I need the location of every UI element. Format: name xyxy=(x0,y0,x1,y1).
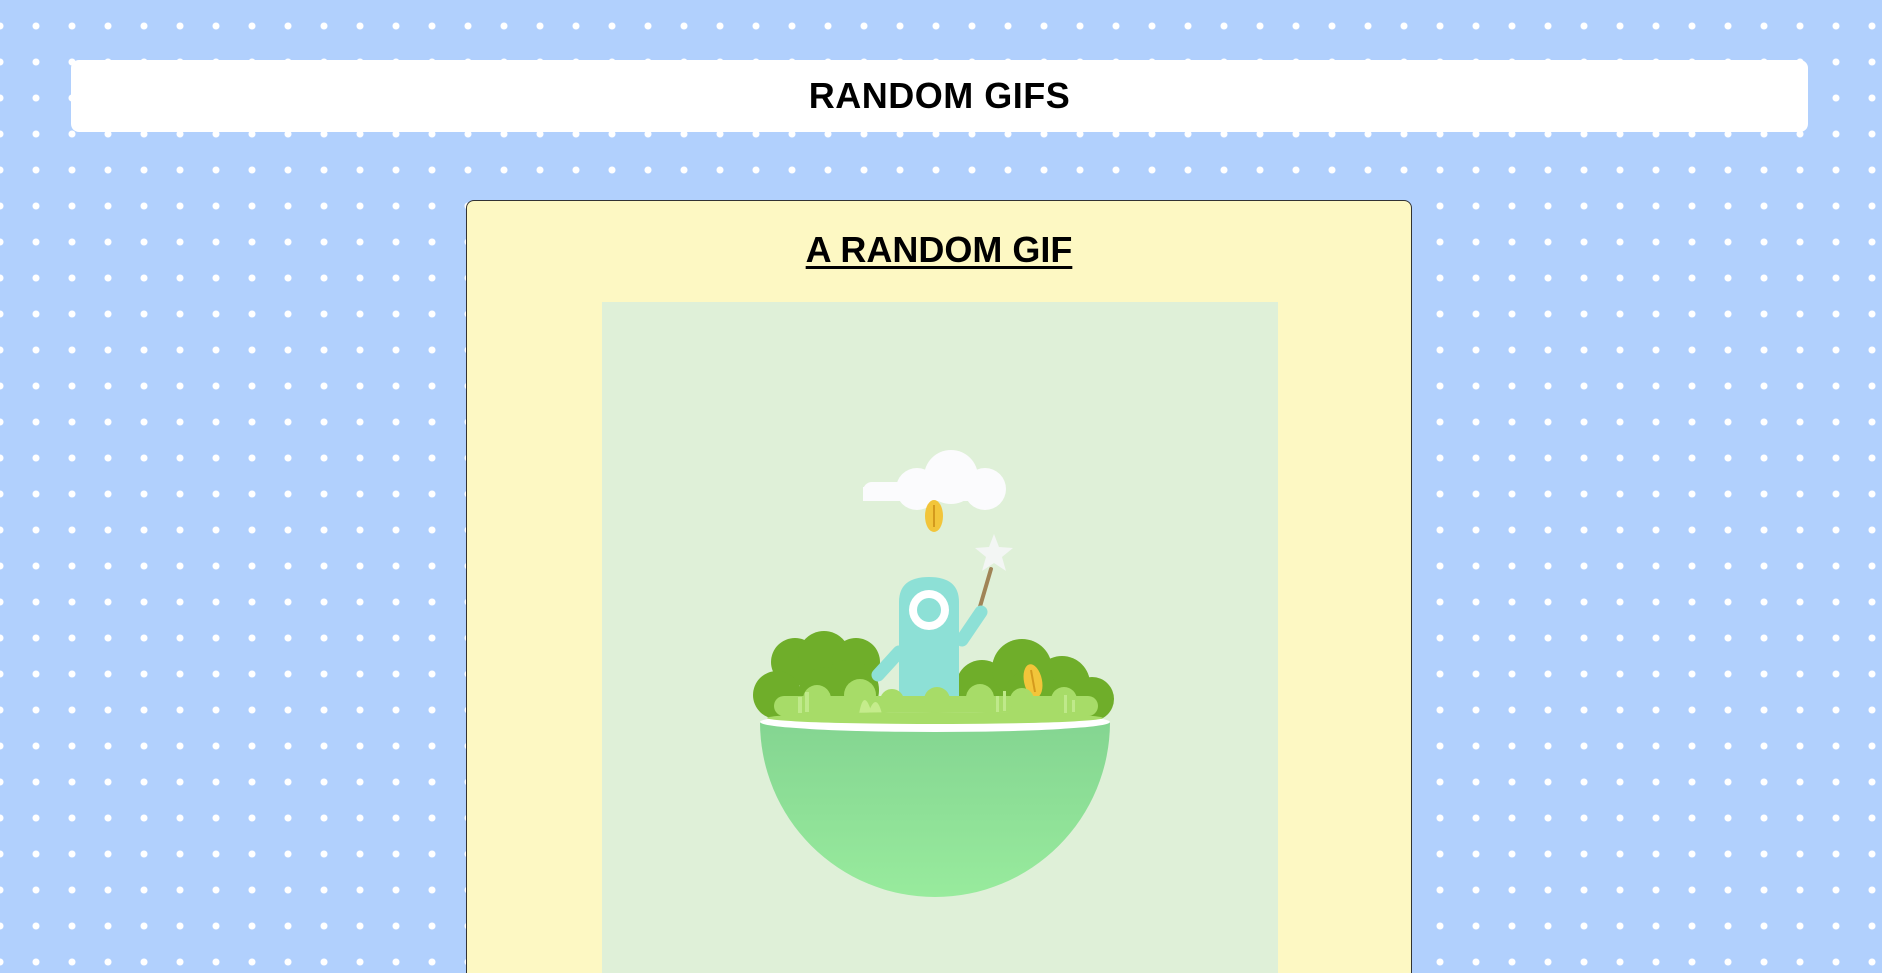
gif-card-title: A RANDOM GIF xyxy=(805,229,1073,270)
leaf-icon xyxy=(925,500,943,532)
gif-card: A RANDOM GIF xyxy=(466,200,1412,973)
page-title: RANDOM GIFS xyxy=(808,75,1071,116)
random-gif-image xyxy=(602,302,1278,973)
plant-bowl-character-icon xyxy=(753,450,1114,897)
bowl xyxy=(760,712,1110,897)
header-bar: RANDOM GIFS xyxy=(71,60,1808,132)
